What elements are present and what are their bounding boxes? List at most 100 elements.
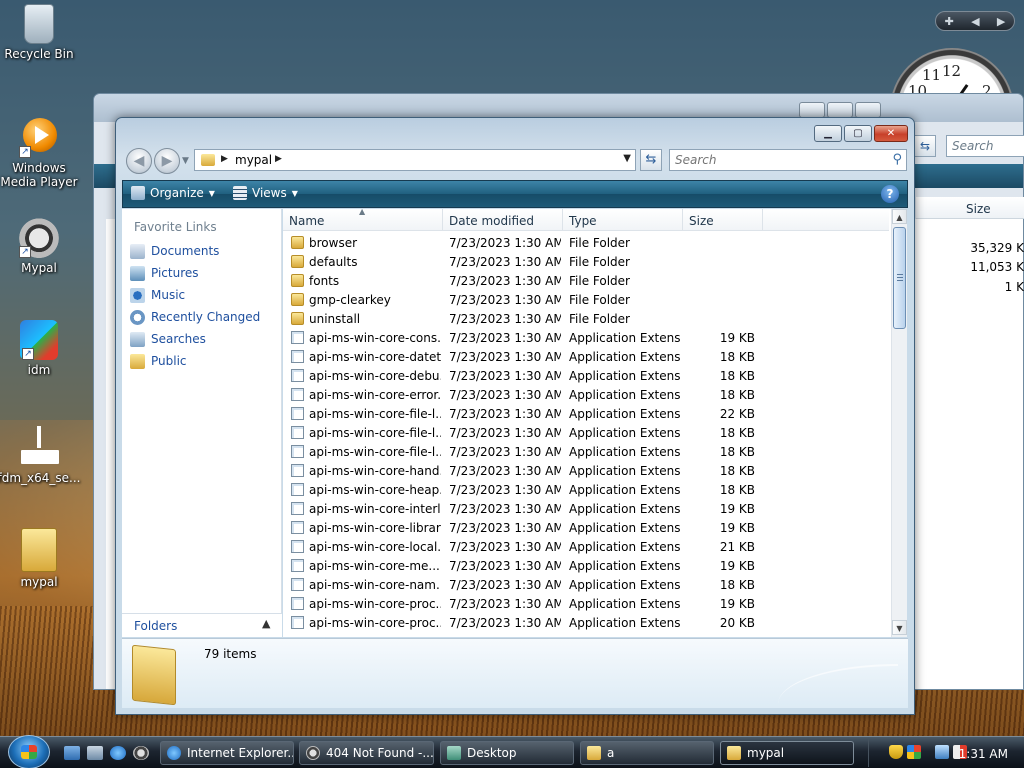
breadcrumb-arrow-icon[interactable]: ▶ xyxy=(275,154,282,164)
file-row[interactable]: api-ms-win-core-local... 7/23/2023 1:30 A… xyxy=(283,537,889,556)
close-button[interactable] xyxy=(855,102,881,118)
desktop-icon-idm[interactable]: ↗ idm xyxy=(0,320,81,377)
file-size: 19 KB xyxy=(719,559,755,573)
taskbar-button-mypal[interactable]: mypal xyxy=(720,741,854,765)
file-row[interactable]: defaults 7/23/2023 1:30 AM File Folder xyxy=(283,252,889,271)
maximize-button[interactable]: ▢ xyxy=(844,125,872,142)
file-row[interactable]: api-ms-win-core-me... 7/23/2023 1:30 AM Ap… xyxy=(283,556,889,575)
file-row[interactable]: api-ms-win-core-librar... 7/23/2023 1:30 … xyxy=(283,518,889,537)
file-row[interactable]: browser 7/23/2023 1:30 AM File Folder xyxy=(283,233,889,252)
favorite-link-pictures[interactable]: Pictures xyxy=(130,263,280,283)
previous-gadget-icon[interactable]: ◀ xyxy=(971,15,979,28)
start-button[interactable] xyxy=(8,735,50,768)
organize-button[interactable]: Organize ▼ xyxy=(131,186,215,200)
desktop-icon-mypal-shortcut[interactable]: ↗ Mypal xyxy=(0,214,81,275)
file-row[interactable]: api-ms-win-core-debu... 7/23/2023 1:30 AM… xyxy=(283,366,889,385)
folder-icon xyxy=(291,293,304,306)
next-gadget-icon[interactable]: ▶ xyxy=(997,15,1005,28)
file-row[interactable]: api-ms-win-core-file-l... 7/23/2023 1:30 … xyxy=(283,442,889,461)
address-bar[interactable]: ▶ mypal ▶ ▼ xyxy=(194,149,636,171)
file-row[interactable]: api-ms-win-core-datet... 7/23/2023 1:30 A… xyxy=(283,347,889,366)
file-row[interactable]: api-ms-win-core-interl... 7/23/2023 1:30 … xyxy=(283,499,889,518)
file-row[interactable]: fonts 7/23/2023 1:30 AM File Folder xyxy=(283,271,889,290)
column-header-date-modified[interactable]: Date modified xyxy=(443,209,563,231)
favorite-link-public[interactable]: Public xyxy=(130,351,280,371)
system-tray: 1:31 AM xyxy=(868,739,1024,767)
switch-windows-icon[interactable] xyxy=(87,746,103,760)
file-row[interactable]: api-ms-win-core-cons... 7/23/2023 1:30 AM… xyxy=(283,328,889,347)
desktop-icon-windows-media-player[interactable]: ↗ Windows Media Player xyxy=(0,114,81,189)
dropdown-arrow-icon: ▼ xyxy=(291,188,298,198)
column-header-size[interactable]: Size xyxy=(683,209,763,231)
gadget-controls[interactable]: ✚ ◀ ▶ xyxy=(935,11,1015,31)
background-size-header[interactable]: Size xyxy=(916,197,1024,219)
file-type: Application Extens... xyxy=(569,426,681,440)
help-icon[interactable]: ? xyxy=(881,185,899,203)
file-row[interactable]: api-ms-win-core-proc... 7/23/2023 1:30 AM… xyxy=(283,613,889,632)
file-row[interactable]: api-ms-win-core-error... 7/23/2023 1:30 A… xyxy=(283,385,889,404)
file-row[interactable]: gmp-clearkey 7/23/2023 1:30 AM File Folder xyxy=(283,290,889,309)
background-search-input[interactable]: Search xyxy=(946,135,1024,157)
file-row[interactable]: api-ms-win-core-file-l... 7/23/2023 1:30 … xyxy=(283,404,889,423)
refresh-button[interactable]: ⇆ xyxy=(640,149,662,171)
search-box[interactable]: ⚲ xyxy=(669,149,907,171)
breadcrumb-mypal[interactable]: mypal xyxy=(235,153,272,167)
mypal-quicklaunch-icon[interactable] xyxy=(133,746,149,760)
favorite-link-music[interactable]: Music xyxy=(130,285,280,305)
scroll-up-arrow-icon[interactable]: ▲ xyxy=(892,209,907,224)
taskbar-button-404-not-found[interactable]: 404 Not Found -... xyxy=(299,741,434,765)
favorite-link-searches[interactable]: Searches xyxy=(130,329,280,349)
network-icon[interactable] xyxy=(935,745,949,759)
forward-button[interactable]: ▶ xyxy=(154,148,180,174)
vertical-scrollbar[interactable]: ▲ ▼ xyxy=(891,209,907,637)
file-row[interactable]: api-ms-win-core-file-l... 7/23/2023 1:30 … xyxy=(283,423,889,442)
taskbar-button-desktop[interactable]: Desktop xyxy=(440,741,574,765)
add-gadget-icon[interactable]: ✚ xyxy=(945,15,954,28)
file-date-modified: 7/23/2023 1:30 AM xyxy=(449,293,561,307)
desktop-icon-fdm-setup[interactable]: fdm_x64_se... xyxy=(0,424,81,485)
back-button[interactable]: ◀ xyxy=(126,148,152,174)
taskbar-clock[interactable]: 1:31 AM xyxy=(959,747,1008,761)
dll-file-icon xyxy=(291,521,304,534)
column-header-name[interactable]: Name ▲ xyxy=(283,209,443,231)
desktop-icon-recycle-bin[interactable]: Recycle Bin xyxy=(0,4,81,61)
dll-file-icon xyxy=(291,426,304,439)
file-row[interactable]: uninstall 7/23/2023 1:30 AM File Folder xyxy=(283,309,889,328)
favorite-link-recently-changed[interactable]: Recently Changed xyxy=(130,307,280,327)
file-date-modified: 7/23/2023 1:30 AM xyxy=(449,521,561,535)
desktop-icon-label: Mypal xyxy=(21,261,57,275)
search-icon[interactable]: ⚲ xyxy=(892,152,902,167)
search-input[interactable] xyxy=(670,150,880,170)
internet-explorer-icon[interactable] xyxy=(110,746,126,760)
explorer-window[interactable]: ▁ ▢ ✕ ◀ ▶ ▼ ▶ mypal ▶ ▼ ⇆ ⚲ Organize ▼ V… xyxy=(115,117,915,715)
favorite-link-documents[interactable]: Documents xyxy=(130,241,280,261)
windows-update-icon[interactable] xyxy=(907,745,921,759)
taskbar-button-a[interactable]: a xyxy=(580,741,714,765)
security-shield-icon[interactable] xyxy=(889,745,903,759)
breadcrumb-arrow-icon[interactable]: ▶ xyxy=(221,154,228,164)
file-date-modified: 7/23/2023 1:30 AM xyxy=(449,426,561,440)
file-row[interactable]: api-ms-win-core-heap... 7/23/2023 1:30 AM… xyxy=(283,480,889,499)
folders-toggle[interactable]: Folders ▲ xyxy=(122,613,282,637)
file-name: browser xyxy=(309,236,358,250)
views-button[interactable]: Views ▼ xyxy=(233,186,298,200)
column-header-type[interactable]: Type xyxy=(563,209,683,231)
taskbar-button-internet-explorer[interactable]: Internet Explorer... xyxy=(160,741,294,765)
close-button[interactable]: ✕ xyxy=(874,125,908,142)
file-row[interactable]: api-ms-win-core-proc... 7/23/2023 1:30 AM… xyxy=(283,594,889,613)
recent-pages-dropdown-icon[interactable]: ▼ xyxy=(182,156,189,166)
file-row[interactable]: api-ms-win-core-nam... 7/23/2023 1:30 AM A… xyxy=(283,575,889,594)
maximize-button[interactable] xyxy=(827,102,853,118)
desktop-icon-mypal-folder[interactable]: mypal xyxy=(0,528,81,589)
file-row[interactable]: api-ms-win-core-hand... 7/23/2023 1:30 AM… xyxy=(283,461,889,480)
file-name: api-ms-win-core-interl... xyxy=(309,502,441,516)
show-desktop-icon[interactable] xyxy=(64,746,80,760)
item-count: 79 items xyxy=(204,647,257,661)
minimize-button[interactable]: ▁ xyxy=(814,125,842,142)
scroll-down-arrow-icon[interactable]: ▼ xyxy=(892,620,907,635)
background-refresh-button[interactable]: ⇆ xyxy=(914,135,936,157)
minimize-button[interactable] xyxy=(799,102,825,118)
address-dropdown-icon[interactable]: ▼ xyxy=(623,153,631,164)
dll-file-icon xyxy=(291,407,304,420)
scroll-thumb[interactable] xyxy=(893,227,906,329)
